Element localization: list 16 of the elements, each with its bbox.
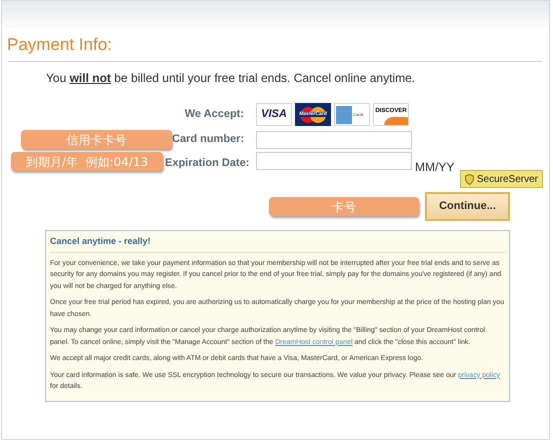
info-title: Cancel anytime - really! bbox=[50, 235, 505, 252]
accept-label: We Accept: bbox=[184, 107, 245, 122]
field-label: Expiration Date: bbox=[165, 156, 250, 171]
expiration-date-field[interactable] bbox=[256, 152, 412, 170]
billing-notice: You will not be billed until your free trial ends. Cancel online anytime. bbox=[46, 70, 416, 87]
annotation-label: 到期月/年 例如:04/13 bbox=[11, 152, 163, 171]
field-label: Card number: bbox=[172, 132, 246, 148]
annotation-label: 卡号 bbox=[269, 197, 419, 216]
shield-icon bbox=[464, 174, 474, 184]
card-number-field[interactable] bbox=[256, 130, 412, 148]
visa-card-logo: VISA bbox=[256, 103, 292, 126]
annotation-label: 信用卡卡号 bbox=[21, 130, 172, 149]
continue-button[interactable]: Continue... bbox=[425, 192, 510, 221]
secure-server-badge: SecureServer bbox=[460, 170, 543, 188]
date-format-hint: MM/YY bbox=[415, 159, 454, 176]
page-heading: Payment Info: bbox=[7, 36, 112, 53]
